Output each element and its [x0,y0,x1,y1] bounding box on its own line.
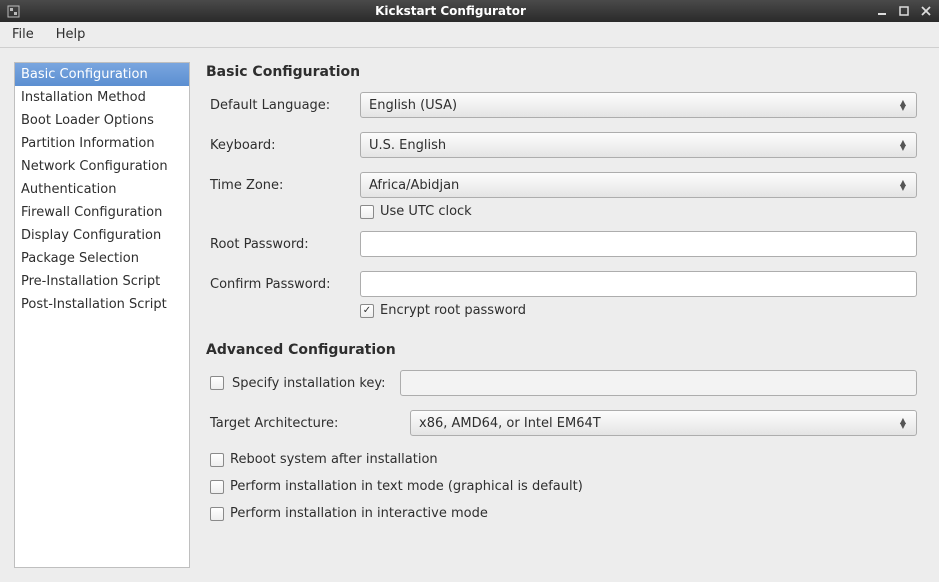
default-language-label: Default Language: [210,98,330,113]
specify-key-input[interactable] [400,370,917,396]
text-mode-row: Perform installation in text mode (graph… [210,479,917,494]
keyboard-combo[interactable]: U.S. English ▲▼ [360,132,917,158]
close-button[interactable] [919,4,933,18]
timezone-label: Time Zone: [210,178,283,193]
maximize-button[interactable] [897,4,911,18]
sidebar-item-pre-installation-script[interactable]: Pre-Installation Script [15,270,189,293]
encrypt-label: Encrypt root password [380,303,526,318]
reboot-row: Reboot system after installation [210,452,917,467]
keyboard-value: U.S. English [369,138,898,153]
sidebar-item-firewall-configuration[interactable]: Firewall Configuration [15,201,189,224]
sidebar[interactable]: Basic Configuration Installation Method … [14,62,190,568]
sidebar-item-post-installation-script[interactable]: Post-Installation Script [15,293,189,316]
updown-icon: ▲▼ [898,100,908,110]
text-mode-label: Perform installation in text mode (graph… [230,479,583,494]
menubar: File Help [0,22,939,48]
reboot-checkbox[interactable] [210,453,224,467]
utc-checkbox[interactable] [360,205,374,219]
menu-help[interactable]: Help [52,25,90,44]
confirm-password-label: Confirm Password: [210,277,330,292]
window-controls [875,4,933,18]
root-password-input[interactable] [360,231,917,257]
password-form: Root Password: Confirm Password: [210,231,917,297]
root-password-label: Root Password: [210,237,309,252]
menu-file[interactable]: File [8,25,38,44]
reboot-label: Reboot system after installation [230,452,438,467]
window-title: Kickstart Configurator [26,4,875,18]
keyboard-label: Keyboard: [210,138,276,153]
interactive-row: Perform installation in interactive mode [210,506,917,521]
content: Basic Configuration Installation Method … [0,48,939,582]
interactive-label: Perform installation in interactive mode [230,506,488,521]
basic-configuration-title: Basic Configuration [206,64,917,80]
target-arch-value: x86, AMD64, or Intel EM64T [419,416,898,431]
timezone-value: Africa/Abidjan [369,178,898,193]
utc-label: Use UTC clock [380,204,472,219]
sidebar-item-basic-configuration[interactable]: Basic Configuration [15,63,189,86]
confirm-password-input[interactable] [360,271,917,297]
target-arch-row: Target Architecture: x86, AMD64, or Inte… [210,410,917,436]
encrypt-row: Encrypt root password [360,303,917,318]
main-panel: Basic Configuration Default Language: En… [206,62,925,568]
text-mode-checkbox[interactable] [210,480,224,494]
basic-form: Default Language: English (USA) ▲▼ Keybo… [210,92,917,198]
sidebar-item-network-configuration[interactable]: Network Configuration [15,155,189,178]
target-arch-label: Target Architecture: [210,416,338,431]
titlebar: Kickstart Configurator [0,0,939,22]
sidebar-item-authentication[interactable]: Authentication [15,178,189,201]
updown-icon: ▲▼ [898,180,908,190]
sidebar-item-package-selection[interactable]: Package Selection [15,247,189,270]
encrypt-checkbox[interactable] [360,304,374,318]
specify-key-label: Specify installation key: [232,376,392,391]
utc-row: Use UTC clock [360,204,917,219]
interactive-checkbox[interactable] [210,507,224,521]
sidebar-item-display-configuration[interactable]: Display Configuration [15,224,189,247]
default-language-combo[interactable]: English (USA) ▲▼ [360,92,917,118]
timezone-combo[interactable]: Africa/Abidjan ▲▼ [360,172,917,198]
app-icon [6,4,20,18]
sidebar-item-boot-loader-options[interactable]: Boot Loader Options [15,109,189,132]
minimize-button[interactable] [875,4,889,18]
sidebar-item-partition-information[interactable]: Partition Information [15,132,189,155]
target-arch-combo[interactable]: x86, AMD64, or Intel EM64T ▲▼ [410,410,917,436]
sidebar-item-installation-method[interactable]: Installation Method [15,86,189,109]
specify-key-row: Specify installation key: [210,370,917,396]
advanced-configuration-title: Advanced Configuration [206,342,917,358]
default-language-value: English (USA) [369,98,898,113]
updown-icon: ▲▼ [898,418,908,428]
specify-key-checkbox[interactable] [210,376,224,390]
updown-icon: ▲▼ [898,140,908,150]
